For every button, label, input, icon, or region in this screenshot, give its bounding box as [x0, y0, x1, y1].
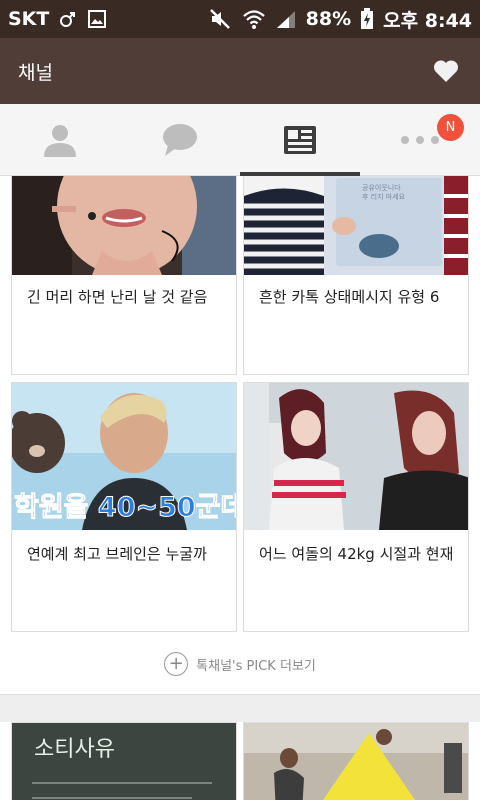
article-card[interactable]: 긴 머리 하면 난리 날 것 같음: [11, 176, 237, 375]
article-title: 연예계 최고 브레인은 누굴까: [27, 545, 207, 563]
status-bar: SKT 88% 오후 8:44: [0, 0, 480, 38]
tab-more[interactable]: N: [360, 104, 480, 175]
main-tab-bar: N: [0, 104, 480, 176]
signal-icon: [275, 9, 297, 29]
section-divider: [0, 694, 480, 722]
carrier-label: SKT: [8, 8, 50, 30]
article-thumbnail: 공유이웃니다 후 리지 마세요: [244, 176, 468, 275]
gallery-icon: [87, 9, 107, 29]
thumbnail-caption: 소티사유: [34, 737, 115, 762]
mute-icon: [209, 8, 233, 30]
tab-chats[interactable]: [120, 104, 240, 175]
article-thumbnail: 학원을 40~50군데: [12, 383, 236, 530]
article-thumbnail: 소티사유: [12, 723, 236, 800]
article-card[interactable]: 학원을 40~50군데 연예계 최고 브레인은 누굴까: [11, 382, 237, 632]
more-picks-link[interactable]: + 톡채널's PICK 더보기: [0, 648, 480, 680]
more-dots-icon: [401, 135, 439, 144]
article-card[interactable]: 공유이웃니다 후 리지 마세요 흔한 카톡 상태메시지 유형 6: [243, 176, 469, 375]
heart-icon: [433, 60, 459, 82]
article-title: 흔한 카톡 상태메시지 유형 6: [259, 288, 440, 306]
tab-friends[interactable]: [0, 104, 120, 175]
page-title: 채널: [18, 61, 53, 84]
article-card[interactable]: 어느 여돌의 42kg 시절과 현재: [243, 382, 469, 632]
battery-percent: 88%: [305, 8, 352, 30]
clock: 오후 8:44: [383, 9, 472, 32]
new-badge: N: [437, 114, 464, 141]
favorite-button[interactable]: [430, 55, 462, 87]
thumbnail-caption: 학원을 40~50군데: [13, 492, 236, 524]
battery-charging-icon: [360, 8, 374, 30]
plus-circle-icon: +: [164, 652, 189, 676]
article-card[interactable]: 소티사유: [11, 722, 237, 800]
chat-bubble-icon: [163, 123, 197, 156]
article-thumbnail: [12, 176, 236, 275]
thumbnail-caption: 공유이웃니다 후 리지 마세요: [362, 184, 406, 201]
article-card[interactable]: [243, 722, 469, 800]
app-header: 채널: [0, 38, 480, 104]
news-icon: [284, 125, 316, 154]
wifi-icon: [242, 8, 266, 30]
tab-channel[interactable]: [240, 104, 360, 176]
article-thumbnail: [244, 723, 468, 800]
article-thumbnail: [244, 383, 468, 530]
more-picks-label: 톡채널's PICK 더보기: [196, 658, 316, 674]
male-symbol-icon: [59, 10, 77, 28]
channel-feed[interactable]: 긴 머리 하면 난리 날 것 같음 공유이웃니다 후 리지 마세요 흔한 카톡 …: [0, 176, 480, 800]
article-title: 긴 머리 하면 난리 날 것 같음: [27, 288, 208, 306]
article-title: 어느 여돌의 42kg 시절과 현재: [259, 545, 454, 563]
person-icon: [44, 124, 76, 157]
